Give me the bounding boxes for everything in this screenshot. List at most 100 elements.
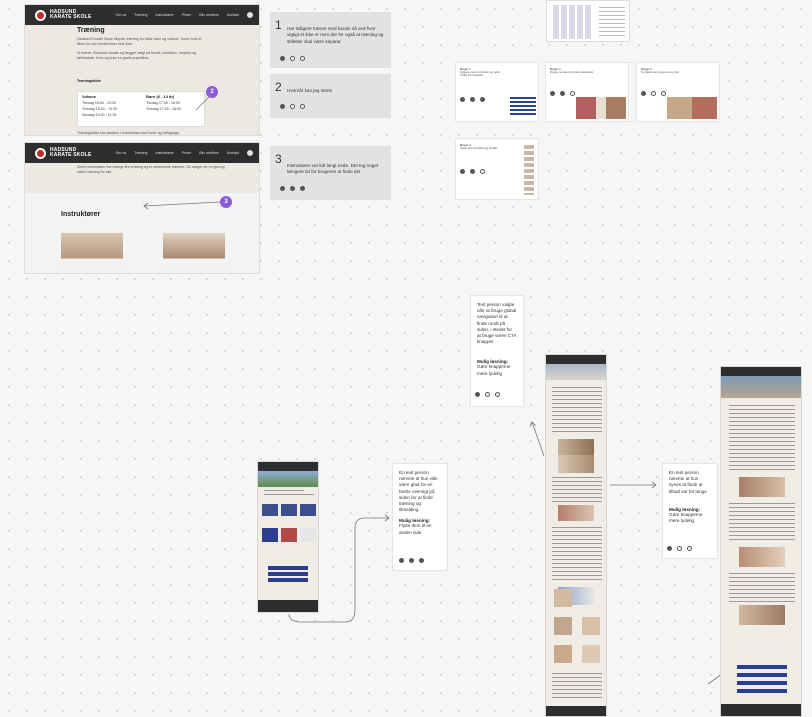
schedule-heading: Træningstider (77, 79, 101, 83)
rating-dot (290, 104, 295, 109)
card-text: Scrollede ned og læste om priser (641, 71, 680, 74)
solution-text: Gøre knapperne mere tydelig (477, 364, 511, 376)
nav-link[interactable]: Bliv medlem (199, 13, 219, 17)
content-photo (739, 477, 785, 497)
rating-dots (280, 186, 305, 191)
paragraph: Vi træner Shotokan karate og lægger vægt… (77, 51, 196, 60)
user-icon[interactable] (247, 12, 253, 18)
hero-photo (721, 376, 801, 398)
rating-dot (475, 392, 480, 397)
rating-dot (677, 546, 682, 551)
rating-dot (290, 56, 295, 61)
brand-line2: KARATE SKOLE (50, 152, 92, 158)
content-photo (558, 505, 594, 521)
card-text: Kiggede mest på forsiden og fandt hurtig… (460, 71, 500, 78)
rating-dot (419, 558, 424, 563)
flow-connector (610, 481, 657, 489)
cta-button[interactable] (737, 665, 787, 669)
nav-link[interactable]: Om os (116, 13, 127, 17)
rating-dot (661, 91, 666, 96)
content-photo (558, 455, 594, 473)
rating-dot (290, 186, 295, 191)
rating-dot (495, 392, 500, 397)
text-line (264, 494, 314, 496)
rating-dot (470, 169, 475, 174)
rating-dot (300, 186, 305, 191)
research-thumbnail (546, 0, 630, 42)
instructor-photo (554, 645, 572, 663)
rating-dots (667, 546, 692, 551)
nav-link[interactable]: Kontakt (227, 13, 239, 17)
cta-button[interactable] (737, 681, 787, 685)
col-title: Børn (6 - 14 år) (146, 94, 175, 99)
card-image (262, 528, 278, 542)
nav-link[interactable]: Instruktører (155, 13, 173, 17)
rating-dot (641, 91, 646, 96)
annotation-arrow (143, 201, 221, 210)
rating-dot (409, 558, 414, 563)
nav-link[interactable]: Træning (134, 151, 147, 155)
rating-dot (480, 97, 485, 102)
schedule-col-kids: Børn (6 - 14 år) Tirsdag 17:00 - 18:00 T… (146, 94, 181, 112)
insight-sticky-right: En test person nævnte at hun synes at fi… (662, 463, 718, 559)
nav-link[interactable]: Bliv medlem (199, 151, 219, 155)
card-screen (524, 145, 534, 195)
rating-dot (667, 546, 672, 551)
rating-dot (560, 91, 565, 96)
card-text: Brugte menuen til at finde instruktører (550, 71, 594, 74)
cta-button[interactable] (737, 689, 787, 693)
rating-dot (280, 186, 285, 191)
schedule-col-adults: Voksne Tirsdag 18:00 - 19:30 Torsdag 18:… (82, 94, 117, 118)
instructor-photo (582, 617, 600, 635)
nav-link[interactable]: Kontakt (227, 151, 239, 155)
rating-dot (300, 56, 305, 61)
text-block (729, 573, 795, 603)
rating-dot (460, 169, 465, 174)
nav-link[interactable]: Om os (116, 151, 127, 155)
nav-link[interactable]: Priser (182, 151, 191, 155)
insight-sticky-top: Test person valgte ofte at bruge global … (470, 295, 524, 407)
rating-dot (550, 91, 555, 96)
thumbnail-grid (553, 5, 593, 39)
nav-link[interactable]: Priser (182, 13, 191, 17)
site-navbar: HADSUND KARATE SKOLE Om os Træning Instr… (25, 5, 259, 25)
page-title: Træning (77, 27, 105, 34)
nav-link[interactable]: Instruktører (155, 151, 173, 155)
rating-dots (399, 558, 424, 563)
content-photo (739, 605, 785, 625)
rating-dot (300, 104, 305, 109)
insight-text: En test person nævnte at hun synes at fi… (669, 470, 707, 494)
card-screen (667, 97, 717, 119)
instructor-photo (554, 589, 572, 607)
mobile-nav (258, 462, 318, 471)
rating-dots (475, 392, 500, 397)
card-image (262, 504, 278, 516)
insight-sticky-left: En test person nævnte at hun ville være … (392, 463, 448, 571)
note-card-2: 2 Hvornår kan jeg starte (270, 74, 391, 118)
rating-dot (651, 91, 656, 96)
rating-dots (280, 104, 305, 109)
user-icon[interactable] (247, 150, 253, 156)
insight-text: En test person nævnte at hun ville være … (399, 470, 438, 513)
mobile-nav (721, 367, 801, 376)
note-number: 3 (275, 152, 282, 166)
logo-icon (35, 9, 46, 21)
instructor-photo (163, 233, 225, 273)
brand-line2: KARATE SKOLE (50, 14, 92, 20)
col-title: Voksne (82, 94, 96, 99)
research-card: Bruger 4 Søgte efter tilmelding og konta… (455, 138, 539, 200)
text-block (729, 503, 795, 541)
research-card: Bruger 2 Brugte menuen til at finde inst… (545, 62, 629, 122)
footer (721, 704, 801, 716)
schedule-row: Søndag 10:00 - 11:30 (82, 113, 117, 117)
hero-photo (258, 471, 318, 487)
text-block (552, 477, 602, 503)
rating-dot (570, 91, 575, 96)
rating-dot (280, 104, 285, 109)
solution-text: Gøre knapperne mere tydelig (669, 511, 703, 524)
site-navbar: HADSUND KARATE SKOLE Om os Træning Instr… (25, 143, 259, 163)
nav-links: Om os Træning Instruktører Priser Bliv m… (116, 151, 239, 155)
rating-dot (399, 558, 404, 563)
nav-link[interactable]: Træning (134, 13, 147, 17)
cta-button[interactable] (737, 673, 787, 677)
